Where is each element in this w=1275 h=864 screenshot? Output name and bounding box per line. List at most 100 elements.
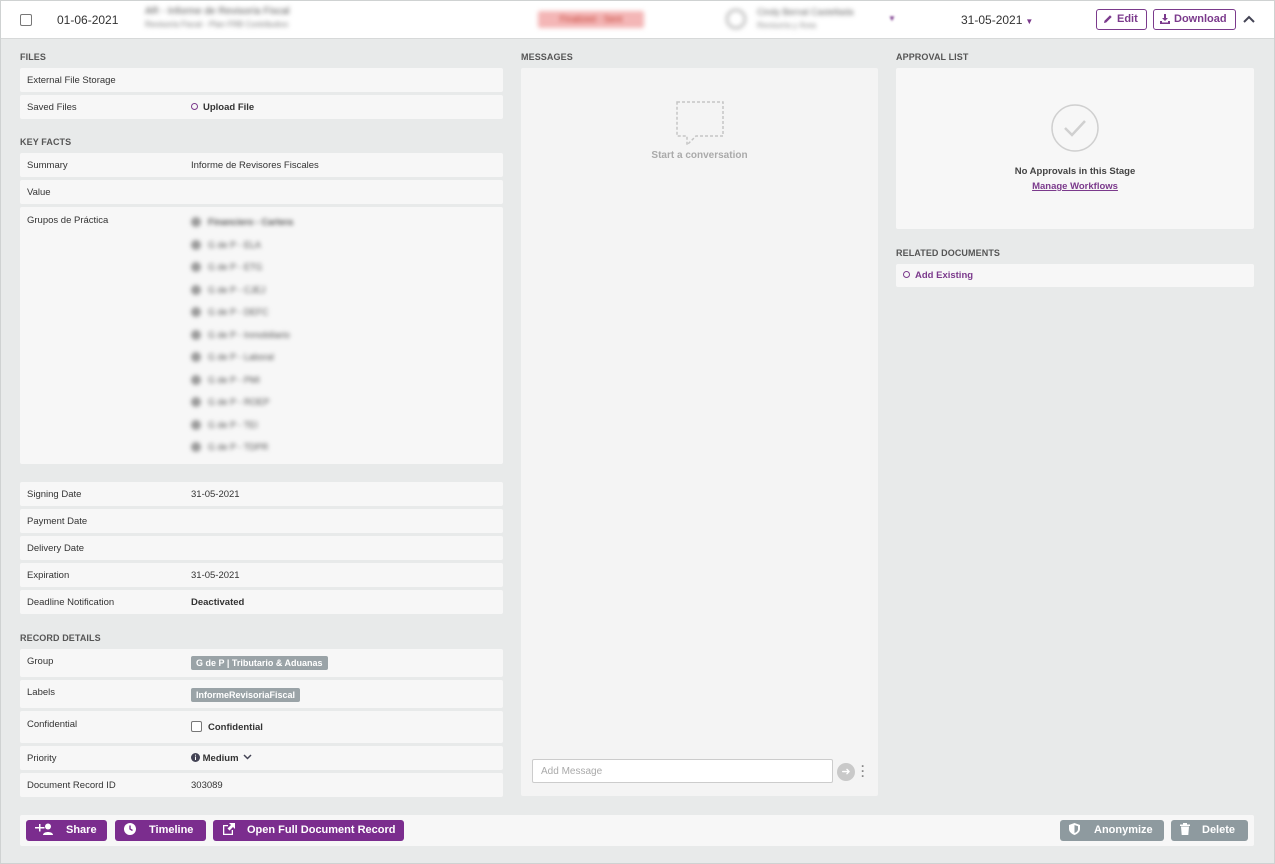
signing-date-value: 31-05-2021 bbox=[191, 489, 240, 500]
open-full-record-label: Open Full Document Record bbox=[247, 824, 396, 836]
record-id-value: 303089 bbox=[191, 780, 223, 791]
priority-dropdown[interactable]: Medium bbox=[191, 752, 252, 764]
upload-file-link[interactable]: Upload File bbox=[191, 102, 254, 113]
shield-icon bbox=[1069, 823, 1080, 835]
payment-date-row: Payment Date bbox=[20, 509, 503, 533]
labels-label: Labels bbox=[27, 687, 55, 698]
grupo-item: G de P - DEFC bbox=[191, 307, 268, 317]
chat-bubble-icon bbox=[676, 101, 724, 147]
value-row: Value bbox=[20, 180, 503, 204]
group-value[interactable]: G de P | Tributario & Aduanas bbox=[191, 656, 328, 670]
labels-value[interactable]: InformeRevisoriaFiscal bbox=[191, 688, 301, 702]
tag-icon bbox=[191, 307, 201, 317]
tag-icon bbox=[191, 397, 201, 407]
labels-row: Labels InformeRevisoriaFiscal bbox=[20, 680, 503, 708]
add-existing-link[interactable]: Add Existing bbox=[903, 270, 973, 281]
tag-icon bbox=[191, 240, 201, 250]
anonymize-button[interactable]: Anonymize bbox=[1060, 820, 1164, 841]
action-footer: Share Timeline Open Full Document Record… bbox=[20, 815, 1254, 846]
status-badge[interactable]: Finalized - Sent bbox=[538, 11, 644, 28]
tag-icon bbox=[191, 375, 201, 385]
deadline-notification-value: Deactivated bbox=[191, 597, 245, 608]
chevron-down-icon: ▼ bbox=[1025, 17, 1034, 26]
external-storage-label: External File Storage bbox=[27, 75, 116, 86]
empty-conversation-text: Start a conversation bbox=[651, 150, 748, 161]
value-label: Value bbox=[27, 187, 51, 198]
download-button[interactable]: Download bbox=[1153, 9, 1236, 30]
add-circle-icon bbox=[903, 271, 910, 278]
saved-files-label: Saved Files bbox=[27, 102, 77, 113]
add-user-icon bbox=[35, 823, 53, 835]
download-button-label: Download bbox=[1174, 13, 1227, 25]
message-input[interactable] bbox=[532, 759, 833, 783]
priority-row: Priority Medium bbox=[20, 746, 503, 770]
group-label: Group bbox=[27, 656, 54, 667]
tag-icon bbox=[191, 442, 201, 452]
tag-icon bbox=[191, 352, 201, 362]
clock-icon bbox=[124, 823, 136, 835]
timeline-button[interactable]: Timeline bbox=[115, 820, 206, 841]
confidential-label: Confidential bbox=[27, 719, 78, 730]
signing-date-row: Signing Date 31-05-2021 bbox=[20, 482, 503, 506]
tag-icon bbox=[191, 420, 201, 430]
trash-icon bbox=[1180, 823, 1190, 835]
grupo-item: Financiero - Cartera bbox=[191, 217, 293, 227]
more-options-icon[interactable]: · · · bbox=[861, 760, 865, 782]
send-arrow-icon[interactable]: ➜ bbox=[837, 763, 855, 781]
priority-value: Medium bbox=[202, 753, 239, 764]
grupos-label: Grupos de Práctica bbox=[27, 215, 109, 226]
assignee-dropdown-icon[interactable]: ▼ bbox=[888, 14, 896, 23]
row-subtitle: Revisoría Fiscal - Plan FRB Contributivo bbox=[145, 20, 289, 29]
external-link-icon bbox=[223, 823, 235, 835]
document-row: 01-06-2021 AR - Informe de Revisoría Fis… bbox=[0, 0, 1275, 39]
upload-file-label: Upload File bbox=[203, 102, 255, 113]
timeline-label: Timeline bbox=[149, 824, 194, 836]
tag-icon bbox=[191, 262, 201, 272]
signing-date-label: Signing Date bbox=[27, 489, 82, 500]
user-avatar-icon bbox=[726, 9, 746, 29]
edit-button[interactable]: Edit bbox=[1096, 9, 1147, 30]
expiration-value: 31-05-2021 bbox=[191, 570, 240, 581]
share-button[interactable]: Share bbox=[26, 820, 107, 841]
grupo-item: G de P - CJEJ bbox=[191, 285, 265, 295]
chevron-up-icon[interactable] bbox=[1242, 12, 1256, 26]
summary-label: Summary bbox=[27, 160, 68, 171]
group-row: Group G de P | Tributario & Aduanas bbox=[20, 649, 503, 677]
deadline-notification-row: Deadline Notification Deactivated bbox=[20, 590, 503, 614]
record-details-section-title: RECORD DETAILS bbox=[20, 633, 101, 643]
open-full-record-button[interactable]: Open Full Document Record bbox=[213, 820, 404, 841]
info-icon bbox=[191, 753, 200, 762]
messages-section-title: MESSAGES bbox=[521, 52, 573, 62]
grupo-item: G de P - PMI bbox=[191, 375, 260, 385]
chevron-down-icon bbox=[243, 754, 252, 760]
grupo-item: G de P - TDPR bbox=[191, 442, 268, 452]
grupos-row: Grupos de Práctica Financiero - Cartera … bbox=[20, 207, 503, 464]
expiration-row: Expiration 31-05-2021 bbox=[20, 563, 503, 587]
row-checkbox[interactable] bbox=[20, 14, 32, 26]
approval-section-title: APPROVAL LIST bbox=[896, 52, 969, 62]
grupo-item: G de P - TEI bbox=[191, 420, 258, 430]
confidential-checkbox[interactable]: Confidential bbox=[191, 721, 263, 733]
tag-icon bbox=[191, 217, 201, 227]
tag-icon bbox=[191, 285, 201, 295]
delivery-date-row: Delivery Date bbox=[20, 536, 503, 560]
priority-label: Priority bbox=[27, 753, 57, 764]
check-circle-icon bbox=[1051, 104, 1099, 152]
confidential-checkbox-label: Confidential bbox=[208, 722, 263, 733]
edit-button-label: Edit bbox=[1117, 13, 1138, 25]
group-tag: G de P | Tributario & Aduanas bbox=[191, 656, 328, 670]
key-facts-section-title: KEY FACTS bbox=[20, 137, 72, 147]
files-section-title: FILES bbox=[20, 52, 47, 62]
row-title[interactable]: AR - Informe de Revisoría Fiscal bbox=[145, 6, 290, 17]
add-circle-icon bbox=[191, 103, 198, 110]
due-date[interactable]: 31-05-2021 ▼ bbox=[961, 13, 1033, 27]
share-label: Share bbox=[66, 824, 97, 836]
deadline-notification-label: Deadline Notification bbox=[27, 597, 115, 608]
external-storage-row: External File Storage bbox=[20, 68, 503, 92]
delete-button[interactable]: Delete bbox=[1171, 820, 1248, 841]
pencil-icon bbox=[1104, 15, 1112, 23]
manage-workflows-link[interactable]: Manage Workflows bbox=[896, 181, 1254, 192]
record-id-label: Document Record ID bbox=[27, 780, 116, 791]
messages-panel: Start a conversation ➜ ··· bbox=[521, 68, 878, 796]
saved-files-row: Saved Files Upload File bbox=[20, 95, 503, 119]
